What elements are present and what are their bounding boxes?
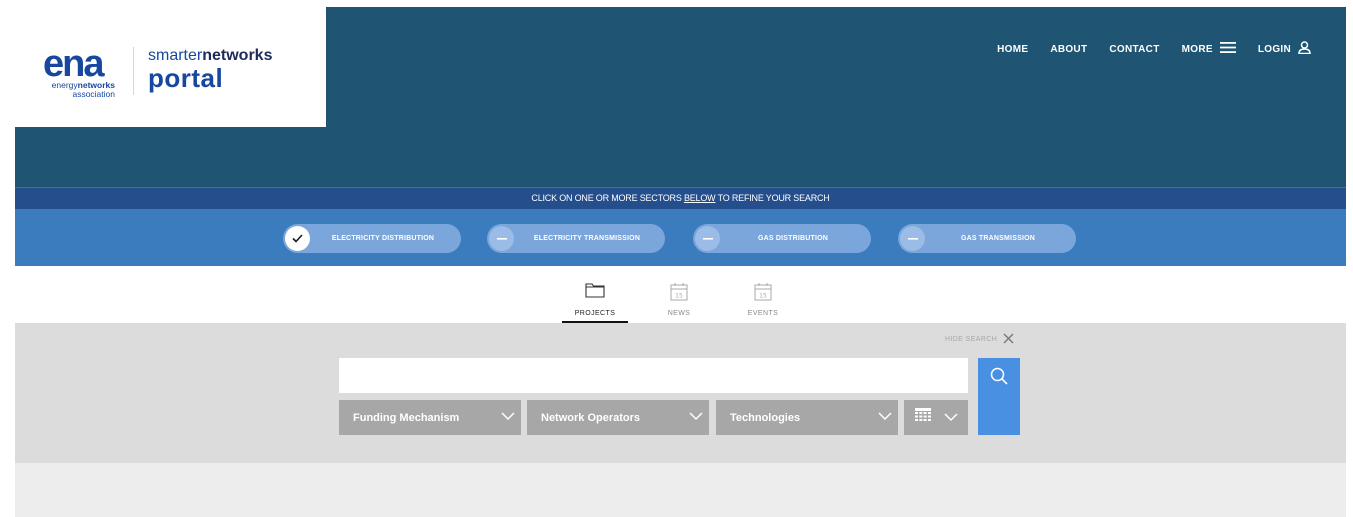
- sector-filter-bar: ELECTRICITY DISTRIBUTION ELECTRICITY TRA…: [15, 209, 1346, 266]
- nav-contact[interactable]: CONTACT: [1109, 44, 1159, 55]
- calendar-icon: 15: [730, 282, 796, 302]
- funding-mechanism-dropdown[interactable]: Funding Mechanism: [339, 400, 521, 435]
- sector-pill-gas-distribution[interactable]: GAS DISTRIBUTION: [693, 224, 871, 253]
- nav-about[interactable]: ABOUT: [1050, 44, 1087, 55]
- sector-pill-label: GAS TRANSMISSION: [961, 235, 1035, 242]
- tab-label: PROJECTS: [574, 310, 616, 317]
- network-operators-dropdown[interactable]: Network Operators: [527, 400, 709, 435]
- portal-logo-networks: networks: [202, 47, 273, 64]
- dropdown-label: Technologies: [730, 411, 801, 424]
- tab-label: NEWS: [667, 310, 691, 317]
- minus-icon: [489, 226, 514, 251]
- nav-contact-label: CONTACT: [1109, 43, 1160, 55]
- sector-pill-electricity-transmission[interactable]: ELECTRICITY TRANSMISSION: [487, 224, 665, 253]
- portal-logo-smarter: smarter: [148, 47, 203, 64]
- tab-projects[interactable]: PROJECTS: [562, 282, 628, 323]
- sector-pill-label: GAS DISTRIBUTION: [757, 235, 829, 242]
- nav-home-label: HOME: [997, 43, 1029, 55]
- sector-instructions: CLICK ON ONE OR MORE SECTORS BELOW TO RE…: [15, 187, 1346, 209]
- sector-instructions-text-end: TO REFINE YOUR SEARCH: [715, 193, 830, 203]
- nav-more-label: MORE: [1181, 43, 1213, 55]
- hamburger-menu-icon: [1219, 42, 1236, 56]
- chevron-down-icon: [501, 411, 515, 424]
- site-header: ena energynetworks association smarterne…: [15, 7, 1346, 187]
- hide-search-label: HIDE SEARCH: [945, 336, 998, 343]
- dropdown-label: Funding Mechanism: [353, 411, 460, 424]
- search-input[interactable]: [339, 358, 968, 393]
- nav-login-label: LOGIN: [1257, 43, 1291, 55]
- chevron-down-icon: [689, 411, 703, 424]
- date-range-dropdown[interactable]: [904, 400, 968, 435]
- portal-logo-word: portal: [148, 63, 224, 93]
- tab-events[interactable]: 15 EVENTS: [730, 282, 796, 317]
- nav-home[interactable]: HOME: [997, 44, 1028, 55]
- sector-pill-electricity-distribution[interactable]: ELECTRICITY DISTRIBUTION: [283, 224, 461, 253]
- ena-logo-letters: ena: [43, 43, 104, 85]
- main-nav: HOME ABOUT CONTACT MORE LOGIN: [997, 41, 1311, 57]
- ena-logo-subtitle: energynetworks association: [43, 81, 115, 99]
- calendar-day: 15: [675, 293, 683, 300]
- hide-search-toggle[interactable]: HIDE SEARCH: [945, 333, 1014, 346]
- sector-pill-label: ELECTRICITY TRANSMISSION: [533, 235, 641, 242]
- sector-instructions-text-start: CLICK ON ONE OR MORE SECTORS: [531, 193, 684, 203]
- minus-icon: [900, 226, 925, 251]
- technologies-dropdown[interactable]: Technologies: [716, 400, 898, 435]
- close-icon: [1003, 333, 1014, 346]
- nav-more[interactable]: MORE: [1182, 42, 1236, 56]
- dropdown-label: Network Operators: [541, 411, 641, 424]
- sector-pill-gas-transmission[interactable]: GAS TRANSMISSION: [898, 224, 1076, 253]
- minus-icon: [695, 226, 720, 251]
- portal-logo: smarternetworks portal: [148, 47, 272, 91]
- folder-icon: [562, 282, 628, 302]
- search-panel: HIDE SEARCH Funding Mechanism Network Op…: [15, 323, 1346, 463]
- page-frame: ena energynetworks association smarterne…: [15, 7, 1346, 517]
- logo-divider: [133, 47, 134, 95]
- sector-pill-label: ELECTRICITY DISTRIBUTION: [331, 235, 435, 242]
- tab-label: EVENTS: [747, 310, 779, 317]
- calendar-grid-icon: [914, 408, 931, 427]
- tab-news[interactable]: 15 NEWS: [646, 282, 712, 317]
- sector-instructions-below: BELOW: [683, 193, 716, 203]
- logo-area[interactable]: ena energynetworks association smarterne…: [15, 7, 326, 127]
- search-button[interactable]: [978, 358, 1020, 435]
- chevron-down-icon: [943, 409, 958, 427]
- nav-about-label: ABOUT: [1050, 43, 1088, 55]
- check-icon: [285, 226, 310, 251]
- ena-logo: ena energynetworks association: [43, 43, 133, 99]
- nav-login[interactable]: LOGIN: [1258, 41, 1311, 57]
- chevron-down-icon: [878, 411, 892, 424]
- calendar-icon: 15: [646, 282, 712, 302]
- user-icon: [1298, 41, 1311, 57]
- content-tabs: PROJECTS 15 NEWS 15 EVENTS: [15, 266, 1346, 323]
- ena-logo-association: association: [72, 89, 115, 99]
- calendar-day: 15: [759, 293, 767, 300]
- search-icon: [990, 367, 1008, 435]
